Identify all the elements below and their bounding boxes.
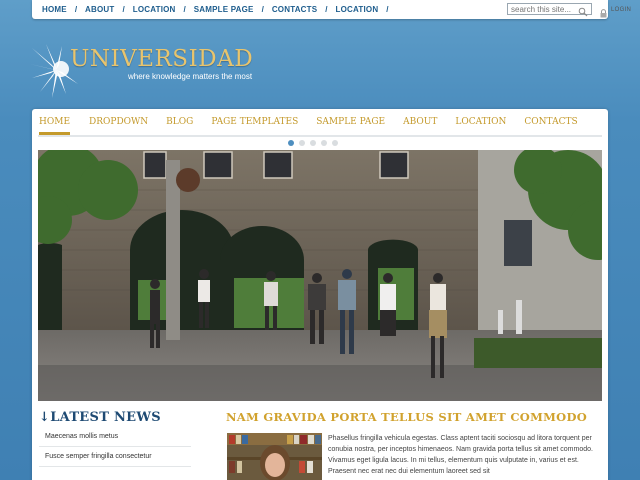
slider-pager	[288, 140, 343, 146]
search-input[interactable]	[508, 4, 578, 14]
nav-about[interactable]: ABOUT	[403, 117, 437, 135]
search-icon[interactable]	[578, 4, 588, 17]
login-label: LOGIN	[611, 6, 632, 13]
topnav-separator: /	[122, 5, 125, 14]
latest-news-heading: ↓LATEST NEWS	[39, 410, 161, 425]
nav-divider	[38, 135, 602, 137]
login-link[interactable]: LOGIN	[600, 5, 632, 18]
site-title[interactable]: UNIVERSIDAD	[70, 46, 253, 72]
nav-dropdown[interactable]: DROPDOWN	[89, 117, 148, 135]
nav-home[interactable]: HOME	[39, 117, 71, 135]
nav-sample-page[interactable]: SAMPLE PAGE	[316, 117, 385, 135]
slider-image[interactable]	[38, 150, 602, 401]
slider-dot[interactable]	[299, 140, 305, 146]
top-navigation: HOME / ABOUT / LOCATION / SAMPLE PAGE / …	[42, 5, 397, 14]
slider-dot[interactable]	[288, 140, 294, 146]
news-item[interactable]: Maecenas mollis metus	[39, 427, 191, 447]
topnav-home[interactable]: HOME	[42, 5, 67, 14]
slider-dot[interactable]	[310, 140, 316, 146]
nav-location[interactable]: LOCATION	[455, 117, 506, 135]
topnav-sample-page[interactable]: SAMPLE PAGE	[194, 5, 254, 14]
arrow-down-icon: ↓	[39, 410, 51, 425]
news-list: Maecenas mollis metus Fusce semper fring…	[39, 427, 191, 467]
slider-dot[interactable]	[332, 140, 338, 146]
main-panel: HOME DROPDOWN BLOG PAGE TEMPLATES SAMPLE…	[32, 109, 608, 480]
nav-page-templates[interactable]: PAGE TEMPLATES	[211, 117, 298, 135]
top-bar: HOME / ABOUT / LOCATION / SAMPLE PAGE / …	[32, 0, 631, 19]
topnav-separator: /	[74, 5, 78, 14]
topnav-location[interactable]: LOCATION	[133, 5, 176, 14]
featured-post-image[interactable]	[227, 433, 322, 480]
featured-post-title[interactable]: NAM GRAVIDA PORTA TELLUS SIT AMET COMMOD…	[226, 410, 587, 424]
topnav-about[interactable]: ABOUT	[85, 5, 114, 14]
latest-news-title: LATEST NEWS	[50, 410, 161, 425]
lock-icon	[600, 5, 607, 18]
news-item[interactable]: Fusce semper fringilla consectetur	[39, 447, 191, 467]
slider-dot[interactable]	[321, 140, 327, 146]
site-tagline: where knowledge matters the most	[128, 72, 253, 81]
topnav-separator: /	[325, 5, 328, 14]
topnav-contacts[interactable]: CONTACTS	[272, 5, 317, 14]
topnav-separator: /	[386, 5, 389, 14]
topnav-location-2[interactable]: LOCATION	[336, 5, 379, 14]
nav-contacts[interactable]: CONTACTS	[524, 117, 577, 135]
topnav-separator: /	[261, 5, 264, 14]
main-navigation: HOME DROPDOWN BLOG PAGE TEMPLATES SAMPLE…	[39, 117, 578, 135]
featured-post-excerpt: Phasellus fringilla vehicula egestas. Cl…	[328, 435, 593, 475]
search-box	[507, 3, 592, 17]
nav-blog[interactable]: BLOG	[166, 117, 193, 135]
topnav-separator: /	[183, 5, 186, 14]
